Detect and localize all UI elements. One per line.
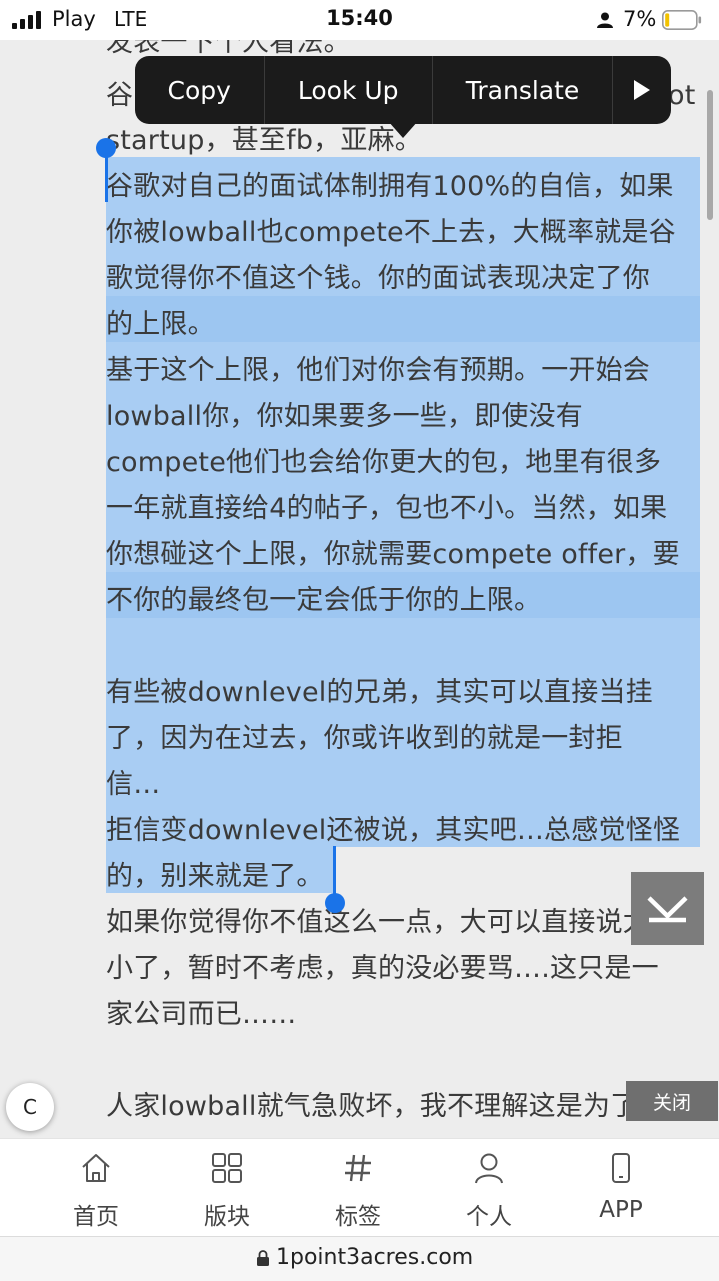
home-icon [82, 1154, 110, 1182]
text-context-menu: Copy Look Up Translate [135, 56, 671, 124]
selection-end-handle-bar[interactable] [333, 846, 336, 900]
nav-item-app[interactable]: APP [561, 1139, 681, 1237]
article-line: lowball你，你如果要多一些，即使没有 [106, 401, 583, 432]
battery-percent: 7% [623, 7, 657, 31]
nav-label: APP [599, 1197, 643, 1223]
copy-menu-item[interactable]: Copy [135, 56, 265, 124]
c-floating-button[interactable]: C [6, 1083, 54, 1131]
scroll-to-bottom-icon [647, 896, 688, 923]
article-line: 一年就直接给4的帖子，包也不小。当然，如果 [106, 493, 668, 524]
article-line: compete他们也会给你更大的包，地里有很多 [106, 447, 662, 478]
article-line: 谷歌对自己的面试体制拥有100%的自信，如果 [106, 171, 674, 202]
close-button[interactable]: 关闭 [626, 1081, 718, 1121]
url-bar[interactable]: 1point3acres.com [0, 1236, 719, 1281]
scroll-to-bottom-button[interactable] [631, 872, 704, 945]
selection-start-handle[interactable] [96, 138, 116, 158]
more-menu-button[interactable] [613, 56, 671, 124]
status-bar: Play LTE 15:40 7% [0, 0, 719, 40]
selection-end-handle[interactable] [325, 893, 345, 913]
article-line: 你被lowball也compete不上去，大概率就是谷 [106, 217, 676, 248]
article-line: 基于这个上限，他们对你会有预期。一开始会 [106, 355, 650, 386]
bottom-nav: 首页 版块 标签 个人 APP [0, 1138, 719, 1237]
play-arrow-icon [634, 80, 651, 100]
nav-label: 标签 [335, 1204, 381, 1230]
battery-low-icon [662, 10, 702, 30]
nav-item-home[interactable]: 首页 [36, 1139, 156, 1237]
person-icon [597, 12, 613, 28]
article-line: 不你的最终包一定会低于你的上限。 [106, 585, 542, 616]
article-line: 了，因为在过去，你或许收到的就是一封拒 [106, 723, 623, 754]
article-line: 谷 [106, 80, 134, 111]
article-line: 人家lowball就气急败坏，我不理解这是为了什 [106, 1091, 665, 1122]
hashtag-icon [345, 1154, 371, 1182]
nav-item-tags[interactable]: 标签 [298, 1139, 418, 1237]
article-line: 歌觉得你不值这个钱。你的面试表现决定了你 [106, 263, 650, 294]
article-content[interactable]: 发表一下个人看法。 谷 ot startup，甚至fb，亚麻。 谷歌对自己的面试… [0, 40, 719, 1138]
scrollbar[interactable] [707, 90, 713, 220]
article-line: startup，甚至fb，亚麻。 [106, 125, 422, 156]
translate-menu-item[interactable]: Translate [433, 56, 614, 124]
user-icon [475, 1153, 503, 1184]
article-line: 家公司而已…… [106, 999, 297, 1030]
article-line: ot [668, 80, 696, 111]
article-line: 你想碰这个上限，你就需要compete offer，要 [106, 539, 680, 570]
nav-label: 个人 [466, 1204, 512, 1230]
article-line: 的上限。 [106, 309, 215, 340]
url-text: 1point3acres.com [276, 1245, 474, 1270]
nav-item-profile[interactable]: 个人 [429, 1139, 549, 1237]
nav-label: 首页 [73, 1204, 119, 1230]
lock-icon [257, 1250, 269, 1266]
look-up-menu-item[interactable]: Look Up [265, 56, 433, 124]
grid-icon [212, 1153, 242, 1183]
article-line: 的，别来就是了。 [106, 861, 324, 892]
nav-label: 版块 [204, 1204, 250, 1230]
article-line: 如果你觉得你不值这么一点，大可以直接说太 [106, 907, 650, 938]
article-line: 信… [106, 769, 161, 800]
article-line: 有些被downlevel的兄弟，其实可以直接当挂 [106, 677, 653, 708]
phone-icon [612, 1153, 630, 1183]
context-menu-caret [388, 121, 418, 138]
nav-item-forums[interactable]: 版块 [167, 1139, 287, 1237]
article-line: 拒信变downlevel还被说，其实吧…总感觉怪怪 [106, 815, 681, 846]
article-line: 小了，暂时不考虑，真的没必要骂….这只是一 [106, 953, 659, 984]
